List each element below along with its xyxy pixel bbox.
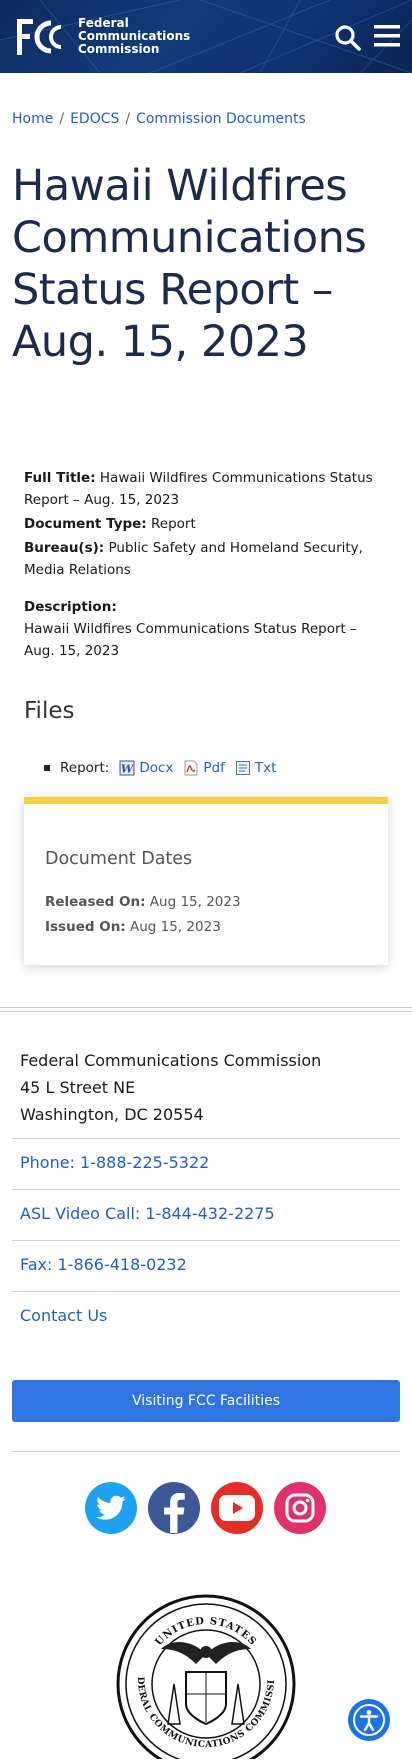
pdf-link-label: Pdf: [203, 760, 225, 776]
accessibility-button[interactable]: [348, 1699, 390, 1741]
footer-separator: [12, 1189, 400, 1190]
footer-address: Federal Communications Commission 45 L S…: [20, 1047, 321, 1128]
page-title: Hawaii Wildfires Communications Status R…: [12, 161, 367, 367]
youtube-link[interactable]: [211, 1482, 263, 1534]
youtube-icon: [219, 1495, 255, 1521]
hamburger-icon: [374, 25, 400, 47]
issued-on-row: Issued On: Aug 15, 2023: [45, 919, 221, 935]
description-label: Description:: [24, 599, 117, 615]
document-dates-card: Document Dates Released On: Aug 15, 2023…: [24, 797, 388, 965]
pdf-link[interactable]: Pdf: [183, 760, 225, 776]
description-value: Hawaii Wildfires Communications Status R…: [24, 621, 357, 659]
text-file-icon: [235, 761, 250, 775]
breadcrumb: Home / EDOCS / Commission Documents: [12, 111, 306, 127]
twitter-icon: [96, 1495, 126, 1520]
files-heading: Files: [24, 698, 75, 724]
files-list-item: Report: W Docx Pdf Txt: [44, 760, 276, 776]
breadcrumb-home[interactable]: Home: [12, 111, 53, 127]
released-on-row: Released On: Aug 15, 2023: [45, 894, 241, 910]
footer-divider-secondary: [0, 1011, 412, 1012]
breadcrumb-commission-documents[interactable]: Commission Documents: [136, 111, 306, 127]
asl-video-call-link[interactable]: ASL Video Call: 1-844-432-2275: [20, 1204, 275, 1223]
docx-link-label: Docx: [139, 760, 174, 776]
issued-on-value: Aug 15, 2023: [130, 919, 221, 935]
footer-divider: [0, 1007, 412, 1008]
list-bullet: [44, 765, 50, 771]
svg-text:W: W: [121, 763, 135, 776]
phone-link[interactable]: Phone: 1-888-225-5322: [20, 1153, 209, 1172]
bureau-label: Bureau(s):: [24, 540, 105, 556]
facebook-icon: [164, 1493, 185, 1533]
twitter-link[interactable]: [85, 1482, 137, 1534]
txt-link-label: Txt: [254, 760, 277, 776]
document-dates-heading: Document Dates: [45, 849, 193, 869]
docx-link[interactable]: W Docx: [119, 760, 173, 776]
footer-separator: [12, 1240, 400, 1241]
accessibility-icon: [353, 1704, 385, 1736]
full-title-field: Full Title: Hawaii Wildfires Communicati…: [24, 467, 389, 511]
address-line-3: Washington, DC 20554: [20, 1105, 204, 1124]
instagram-icon: [285, 1493, 315, 1523]
txt-link[interactable]: Txt: [235, 760, 277, 776]
fcc-seal: UNITED STATES FEDERAL COMMUNICATIONS COM…: [112, 1587, 296, 1763]
breadcrumb-separator: /: [125, 111, 131, 127]
description-field: Description: Hawaii Wildfires Communicat…: [24, 596, 389, 662]
released-on-value: Aug 15, 2023: [149, 894, 241, 910]
footer-separator: [12, 1291, 400, 1292]
fcc-logo-text: Federal Communications Commission: [78, 17, 190, 56]
search-icon: [335, 25, 361, 51]
footer-separator: [12, 1138, 400, 1139]
breadcrumb-separator: /: [59, 111, 65, 127]
address-line-1: Federal Communications Commission: [20, 1051, 322, 1070]
bureau-field: Bureau(s): Public Safety and Homeland Se…: [24, 537, 389, 581]
menu-button[interactable]: [374, 24, 400, 48]
visiting-fcc-facilities-button[interactable]: Visiting FCC Facilities: [12, 1380, 400, 1422]
fcc-logo[interactable]: [17, 19, 65, 59]
pdf-icon: [184, 760, 198, 776]
file-item-label: Report:: [60, 760, 110, 776]
issued-on-label: Issued On:: [45, 919, 126, 935]
full-title-label: Full Title:: [24, 470, 96, 486]
fax-link[interactable]: Fax: 1-866-418-0232: [20, 1255, 187, 1274]
logo-line-3: Commission: [78, 42, 160, 56]
contact-us-link[interactable]: Contact Us: [20, 1306, 107, 1325]
released-on-label: Released On:: [45, 894, 146, 910]
fcc-seal-icon: UNITED STATES FEDERAL COMMUNICATIONS COM…: [112, 1587, 296, 1763]
document-type-label: Document Type:: [24, 516, 147, 532]
document-type-value: Report: [151, 516, 196, 532]
breadcrumb-edocs[interactable]: EDOCS: [70, 111, 119, 127]
site-header: Federal Communications Commission: [0, 0, 412, 73]
word-doc-icon: W: [119, 760, 135, 776]
search-button[interactable]: [334, 24, 362, 52]
address-line-2: 45 L Street NE: [20, 1078, 136, 1097]
fcc-logo-icon: [17, 19, 62, 55]
instagram-link[interactable]: [274, 1482, 326, 1534]
facebook-link[interactable]: [148, 1482, 200, 1534]
footer-separator: [12, 1451, 400, 1452]
document-type-field: Document Type: Report: [24, 513, 389, 535]
